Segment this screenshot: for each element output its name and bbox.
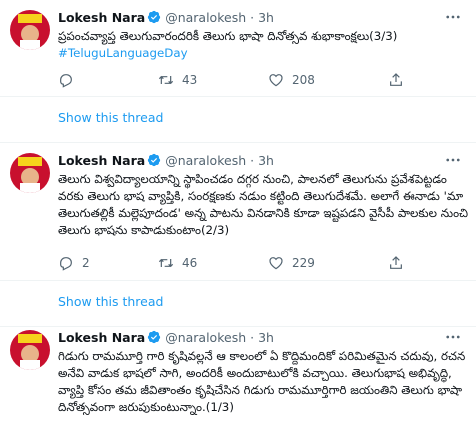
share-button[interactable] [388,253,412,273]
retweet-button[interactable]: 43 [158,70,197,90]
verified-badge-icon [148,153,161,167]
timestamp[interactable]: 3h [258,153,274,168]
like-button[interactable]: 208 [268,70,315,90]
tweet-header: Lokesh Nara @naralokesh · 3h [58,10,274,26]
tweet-text: గిడుగు రామమూర్తి గారి కృషివల్లనే ఆ కాలంల… [58,348,470,416]
retweet-button[interactable]: 46 [158,253,197,273]
retweet-icon [158,258,174,268]
timestamp[interactable]: 3h [258,10,274,25]
tweet[interactable]: Lokesh Nara @naralokesh · 3h ప్రపంచవ్యాప్… [0,0,476,97]
tweet-text: ప్రపంచవ్యాప్త తెలుగువారందరికీ తెలుగు భాష… [58,28,470,62]
show-thread-label[interactable]: Show this thread [58,294,163,309]
author-handle[interactable]: @naralokesh [165,330,246,345]
share-icon [390,256,402,269]
more-icon[interactable] [444,8,462,26]
show-thread-label[interactable]: Show this thread [58,110,163,125]
separator-dot: · [250,10,255,25]
tweet-header: Lokesh Nara @naralokesh · 3h [58,153,274,169]
reply-icon [60,257,72,271]
more-icon[interactable] [444,151,462,169]
author-handle[interactable]: @naralokesh [165,10,246,25]
hashtag-link[interactable]: #TeluguLanguageDay [58,45,470,62]
author-handle[interactable]: @naralokesh [165,153,246,168]
share-button[interactable] [388,70,412,90]
author-name[interactable]: Lokesh Nara [58,330,145,345]
like-count: 208 [292,73,315,87]
author-name[interactable]: Lokesh Nara [58,153,145,168]
heart-icon [269,257,283,270]
like-count: 229 [292,256,315,270]
tweet-body: గిడుగు రామమూర్తి గారి కృషివల్లనే ఆ కాలంల… [58,349,466,414]
avatar[interactable] [10,10,50,50]
tweet-text: తెలుగు విశ్వవిద్యాలయాన్ని స్థాపించడం దగ్… [58,171,470,239]
tweet[interactable]: Lokesh Nara @naralokesh · 3h గిడుగు రామమూ… [0,320,476,433]
reply-icon [60,74,72,88]
separator-dot: · [250,330,255,345]
retweet-count: 43 [182,73,198,87]
tweet[interactable]: Lokesh Nara @naralokesh · 3h తెలుగు విశ్వ… [0,143,476,281]
show-thread-link[interactable]: Show this thread [0,97,476,143]
retweet-icon [158,75,174,85]
separator-dot: · [250,153,255,168]
verified-badge-icon [148,330,161,344]
more-icon[interactable] [444,328,462,346]
avatar[interactable] [10,153,50,193]
tweet-body: ప్రపంచవ్యాప్త తెలుగువారందరికీ తెలుగు భాష… [58,29,398,43]
author-name[interactable]: Lokesh Nara [58,10,145,25]
reply-button[interactable]: 2 [58,253,90,273]
like-button[interactable]: 229 [268,253,315,273]
tweet-body: తెలుగు విశ్వవిద్యాలయాన్ని స్థాపించడం దగ్… [58,172,469,237]
avatar[interactable] [10,330,50,370]
reply-button[interactable] [58,70,82,90]
tweet-header: Lokesh Nara @naralokesh · 3h [58,330,274,346]
heart-icon [269,74,283,87]
timestamp[interactable]: 3h [258,330,274,345]
reply-count: 2 [82,256,90,270]
share-icon [390,73,402,86]
verified-badge-icon [148,10,161,24]
retweet-count: 46 [182,256,198,270]
